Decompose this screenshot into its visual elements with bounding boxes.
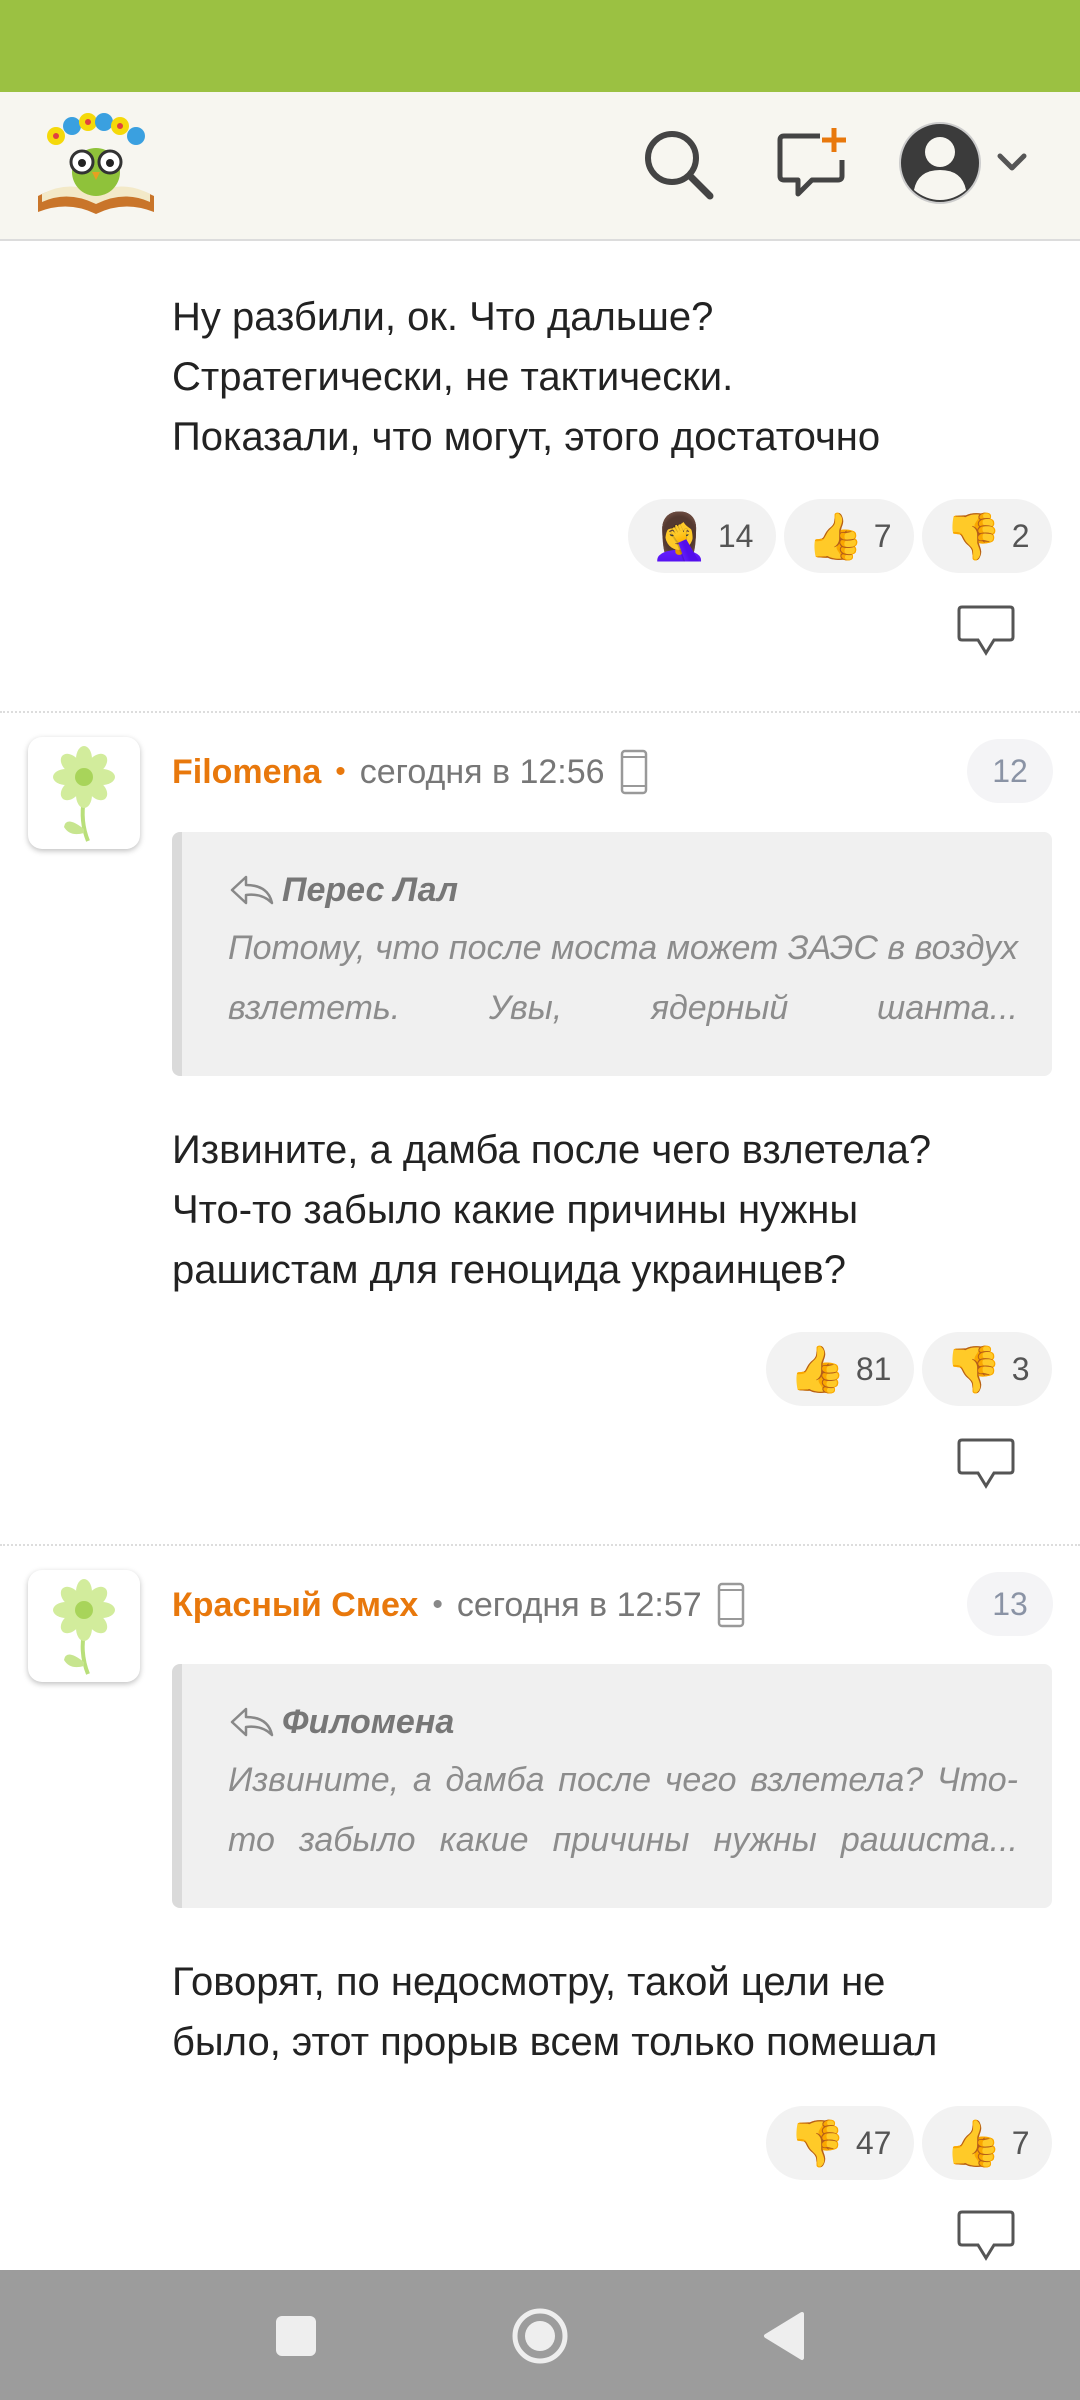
comment-divider (0, 711, 1080, 713)
reply-icon[interactable] (956, 1436, 1016, 1492)
reaction-thumbs-down[interactable]: 👎 2 (922, 499, 1052, 573)
comment-number[interactable]: 13 (967, 1572, 1053, 1636)
reaction-count: 7 (873, 517, 892, 554)
avatar[interactable] (28, 737, 140, 849)
author-name[interactable]: Красный Смех (172, 1586, 418, 1625)
quote-author-name: Перес Лал (282, 870, 459, 909)
comment-number[interactable]: 12 (967, 739, 1053, 803)
logo-icon[interactable] (34, 110, 158, 220)
quote-author: Филомена (228, 1700, 454, 1744)
mobile-device-icon (620, 749, 647, 795)
comment-line: рашистам для геноцида украинцев? (172, 1248, 846, 1292)
comment-line: Ну разбили, ок. Что дальше? (172, 295, 714, 339)
reaction-thumbs-down[interactable]: 👎 3 (922, 1332, 1052, 1406)
comment-meta: Красный Смех • сегодня в 12:57 (172, 1580, 746, 1630)
app-header (0, 92, 1080, 241)
quote-text: Извините, а дамба после чего взлетела? Ч… (228, 1761, 1018, 1859)
thumbs-up-icon: 👍 (806, 510, 864, 562)
comment-line: Что-то забыло какие причины нужны (172, 1188, 859, 1232)
comments-list: Ну разбили, ок. Что дальше? Стратегическ… (0, 241, 1080, 2270)
new-message-icon[interactable] (776, 124, 852, 200)
reaction-count: 81 (855, 1350, 892, 1387)
comment-body: Ну разбили, ок. Что дальше? Стратегическ… (172, 287, 880, 467)
mobile-device-icon (717, 1582, 744, 1628)
comment-divider (0, 1544, 1080, 1546)
reaction-thumbs-down[interactable]: 👎 47 (766, 2106, 914, 2180)
thumbs-up-icon: 👍 (944, 2117, 1002, 2169)
comment-line: Стратегически, не тактически. (172, 355, 734, 399)
back-icon[interactable] (760, 2310, 808, 2362)
thumbs-up-icon: 👍 (788, 1343, 846, 1395)
quote-text: Потому, что после моста может ЗАЭС в воз… (228, 929, 1018, 1027)
reaction-count: 7 (1011, 2124, 1030, 2161)
profile-menu-button[interactable] (898, 118, 1038, 208)
comment-time: сегодня в 12:57 (456, 1585, 702, 1624)
reply-arrow-icon (230, 1707, 274, 1737)
status-bar (0, 0, 1080, 92)
thumbs-down-icon: 👎 (788, 2117, 846, 2169)
quote-block[interactable]: Филомена Извините, а дамба после чего вз… (172, 1664, 1052, 1908)
reply-icon[interactable] (956, 2208, 1016, 2264)
home-icon[interactable] (510, 2306, 570, 2366)
separator-dot: • (335, 755, 346, 788)
comment-line: Показали, что могут, этого достаточно (172, 415, 881, 459)
reaction-count: 2 (1011, 517, 1030, 554)
flower-icon (53, 1579, 115, 1675)
reaction-thumbs-up[interactable]: 👍 7 (784, 499, 914, 573)
reaction-count: 47 (855, 2124, 892, 2161)
comment-line: Говорят, по недосмотру, такой цели не (172, 1960, 886, 2004)
recent-apps-icon[interactable] (274, 2314, 318, 2358)
user-avatar-icon (899, 122, 1027, 204)
avatar[interactable] (28, 1570, 140, 1682)
separator-dot: • (432, 1588, 443, 1621)
quote-author: Перес Лал (228, 868, 458, 912)
thumbs-down-icon: 👎 (944, 510, 1002, 562)
comment-meta: Filomena • сегодня в 12:56 (172, 747, 649, 797)
comment-body: Извините, а дамба после чего взлетела? Ч… (172, 1120, 931, 1300)
comment-line: было, этот прорыв всем только помешал (172, 2020, 938, 2064)
reaction-count: 3 (1011, 1350, 1030, 1387)
reaction-facepalm[interactable]: 🤦‍♀️ 14 (628, 499, 776, 573)
author-name[interactable]: Filomena (172, 753, 321, 792)
comment-body: Говорят, по недосмотру, такой цели не бы… (172, 1952, 937, 2072)
flower-icon (53, 746, 115, 842)
comment-line: Извините, а дамба после чего взлетела? (172, 1128, 932, 1172)
comment-time: сегодня в 12:56 (359, 752, 605, 791)
reaction-thumbs-up[interactable]: 👍 81 (766, 1332, 914, 1406)
reply-icon[interactable] (956, 603, 1016, 659)
reaction-thumbs-up[interactable]: 👍 7 (922, 2106, 1052, 2180)
reaction-count: 14 (717, 517, 754, 554)
system-nav-bar (0, 2270, 1080, 2400)
quote-block[interactable]: Перес Лал Потому, что после моста может … (172, 832, 1052, 1076)
thumbs-down-icon: 👎 (944, 1343, 1002, 1395)
reply-arrow-icon (230, 875, 274, 905)
search-icon[interactable] (640, 126, 716, 202)
quote-author-name: Филомена (282, 1702, 455, 1741)
facepalm-icon: 🤦‍♀️ (650, 510, 708, 562)
